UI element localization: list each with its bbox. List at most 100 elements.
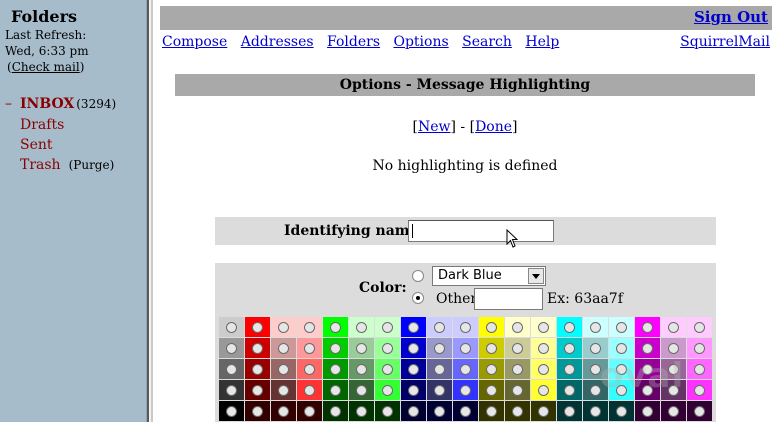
palette-radio[interactable] <box>642 343 653 354</box>
palette-swatch[interactable] <box>505 359 530 379</box>
folder-item-sent[interactable]: Sent <box>20 137 53 153</box>
palette-swatch[interactable] <box>245 317 270 337</box>
palette-radio[interactable] <box>590 406 601 417</box>
other-color-input[interactable] <box>474 288 543 310</box>
palette-radio[interactable] <box>408 385 419 396</box>
palette-radio[interactable] <box>252 406 263 417</box>
palette-radio[interactable] <box>226 406 237 417</box>
palette-swatch[interactable] <box>531 401 556 421</box>
palette-swatch[interactable] <box>557 338 582 358</box>
palette-radio[interactable] <box>668 343 679 354</box>
palette-swatch[interactable] <box>661 401 686 421</box>
palette-radio[interactable] <box>408 343 419 354</box>
nav-addresses[interactable]: Addresses <box>241 34 314 50</box>
palette-swatch[interactable] <box>271 317 296 337</box>
identifying-name-input[interactable] <box>408 220 554 242</box>
palette-radio[interactable] <box>356 322 367 333</box>
palette-swatch[interactable] <box>583 401 608 421</box>
palette-swatch[interactable] <box>219 380 244 400</box>
color-other-radio[interactable] <box>412 292 424 304</box>
palette-swatch[interactable] <box>297 317 322 337</box>
palette-swatch[interactable] <box>375 338 400 358</box>
palette-swatch[interactable] <box>349 359 374 379</box>
nav-search[interactable]: Search <box>462 34 512 50</box>
palette-swatch[interactable] <box>453 317 478 337</box>
palette-radio[interactable] <box>226 364 237 375</box>
palette-swatch[interactable] <box>687 317 712 337</box>
palette-swatch[interactable] <box>271 338 296 358</box>
palette-swatch[interactable] <box>557 401 582 421</box>
palette-radio[interactable] <box>616 343 627 354</box>
palette-radio[interactable] <box>278 343 289 354</box>
palette-swatch[interactable] <box>219 338 244 358</box>
palette-swatch[interactable] <box>349 401 374 421</box>
palette-radio[interactable] <box>330 406 341 417</box>
palette-swatch[interactable] <box>349 380 374 400</box>
palette-radio[interactable] <box>278 364 289 375</box>
palette-swatch[interactable] <box>505 338 530 358</box>
palette-swatch[interactable] <box>297 401 322 421</box>
palette-radio[interactable] <box>642 322 653 333</box>
palette-swatch[interactable] <box>557 317 582 337</box>
palette-swatch[interactable] <box>687 338 712 358</box>
palette-radio[interactable] <box>486 385 497 396</box>
folder-item-inbox[interactable]: – INBOX (3294) <box>5 96 116 112</box>
palette-radio[interactable] <box>694 385 705 396</box>
palette-swatch[interactable] <box>401 359 426 379</box>
palette-swatch[interactable] <box>271 401 296 421</box>
palette-radio[interactable] <box>538 343 549 354</box>
palette-swatch[interactable] <box>427 338 452 358</box>
palette-radio[interactable] <box>642 406 653 417</box>
palette-swatch[interactable] <box>401 338 426 358</box>
palette-radio[interactable] <box>512 406 523 417</box>
palette-radio[interactable] <box>382 343 393 354</box>
palette-radio[interactable] <box>330 385 341 396</box>
palette-radio[interactable] <box>538 322 549 333</box>
palette-swatch[interactable] <box>323 317 348 337</box>
palette-swatch[interactable] <box>427 317 452 337</box>
palette-swatch[interactable] <box>375 359 400 379</box>
palette-radio[interactable] <box>590 343 601 354</box>
palette-swatch[interactable] <box>531 359 556 379</box>
palette-swatch[interactable] <box>453 401 478 421</box>
palette-radio[interactable] <box>590 322 601 333</box>
palette-swatch[interactable] <box>323 401 348 421</box>
palette-radio[interactable] <box>486 406 497 417</box>
palette-radio[interactable] <box>434 343 445 354</box>
nav-folders[interactable]: Folders <box>327 34 380 50</box>
palette-radio[interactable] <box>382 406 393 417</box>
palette-radio[interactable] <box>226 343 237 354</box>
palette-radio[interactable] <box>434 364 445 375</box>
palette-swatch[interactable] <box>323 359 348 379</box>
palette-radio[interactable] <box>616 406 627 417</box>
palette-swatch[interactable] <box>323 338 348 358</box>
palette-radio[interactable] <box>278 385 289 396</box>
palette-radio[interactable] <box>694 322 705 333</box>
palette-radio[interactable] <box>356 406 367 417</box>
palette-radio[interactable] <box>252 343 263 354</box>
palette-swatch[interactable] <box>479 317 504 337</box>
palette-radio[interactable] <box>304 406 315 417</box>
palette-swatch[interactable] <box>219 317 244 337</box>
palette-radio[interactable] <box>252 364 263 375</box>
palette-swatch[interactable] <box>479 401 504 421</box>
palette-swatch[interactable] <box>401 380 426 400</box>
palette-radio[interactable] <box>694 343 705 354</box>
palette-swatch[interactable] <box>505 317 530 337</box>
palette-swatch[interactable] <box>479 380 504 400</box>
palette-radio[interactable] <box>564 406 575 417</box>
palette-radio[interactable] <box>460 364 471 375</box>
palette-radio[interactable] <box>382 385 393 396</box>
palette-swatch[interactable] <box>661 338 686 358</box>
palette-swatch[interactable] <box>323 380 348 400</box>
palette-radio[interactable] <box>356 343 367 354</box>
palette-swatch[interactable] <box>453 359 478 379</box>
palette-radio[interactable] <box>304 364 315 375</box>
palette-radio[interactable] <box>512 364 523 375</box>
palette-radio[interactable] <box>226 385 237 396</box>
palette-radio[interactable] <box>512 343 523 354</box>
palette-swatch[interactable] <box>349 317 374 337</box>
palette-swatch[interactable] <box>531 338 556 358</box>
palette-swatch[interactable] <box>245 380 270 400</box>
palette-radio[interactable] <box>616 322 627 333</box>
